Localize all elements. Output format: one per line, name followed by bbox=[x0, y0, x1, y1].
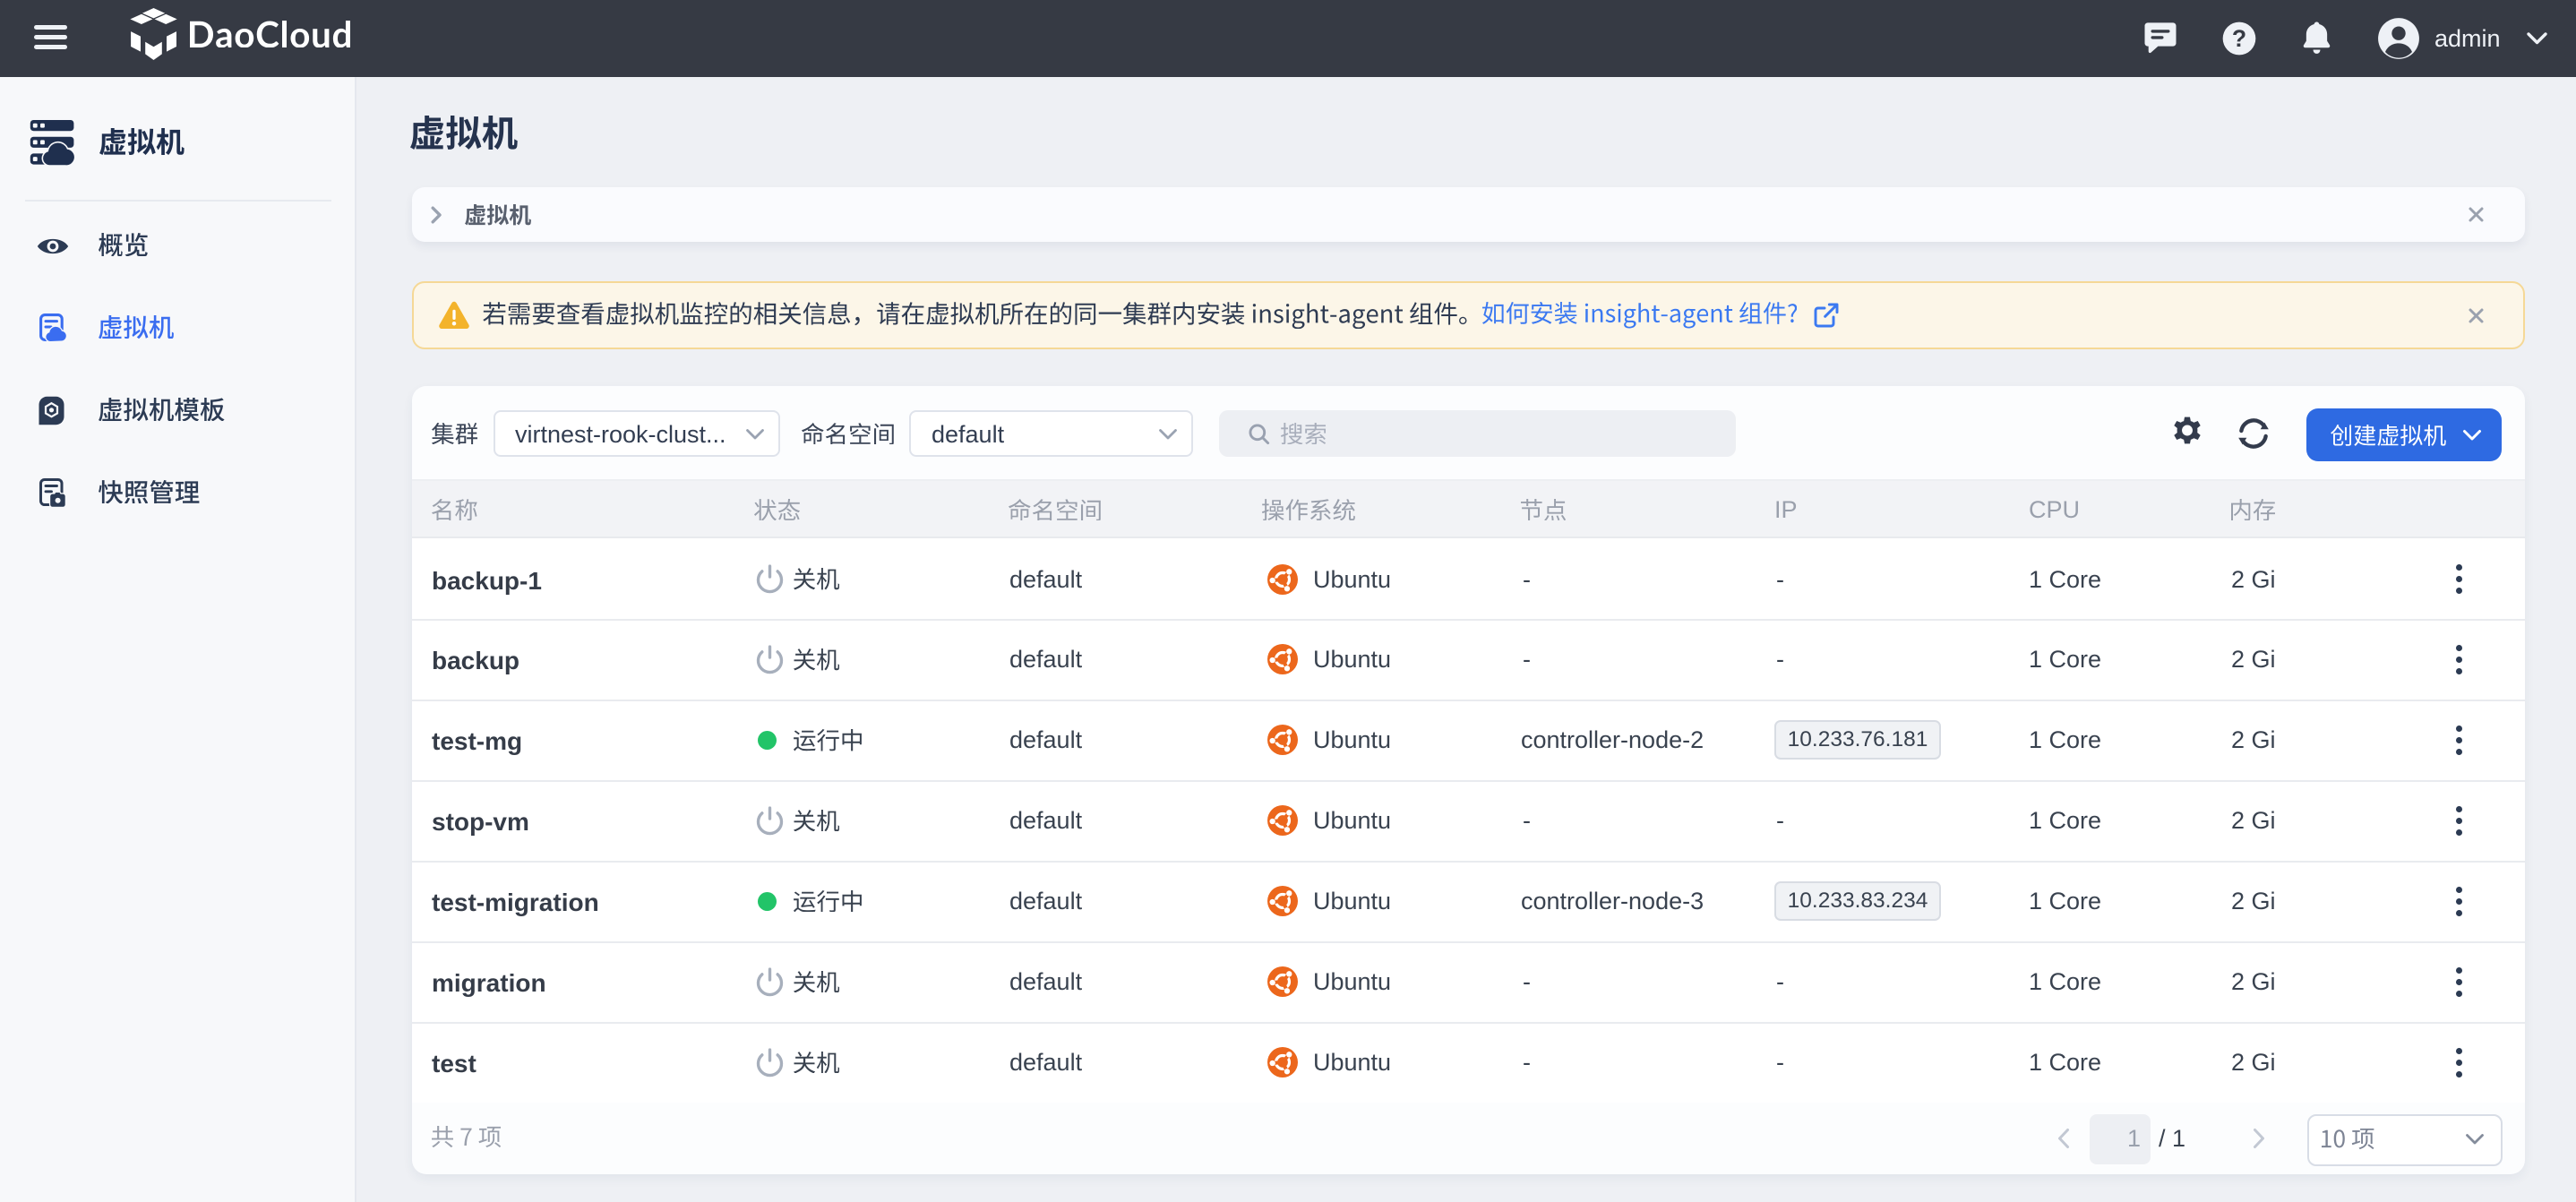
svg-text:?: ? bbox=[2232, 25, 2246, 52]
